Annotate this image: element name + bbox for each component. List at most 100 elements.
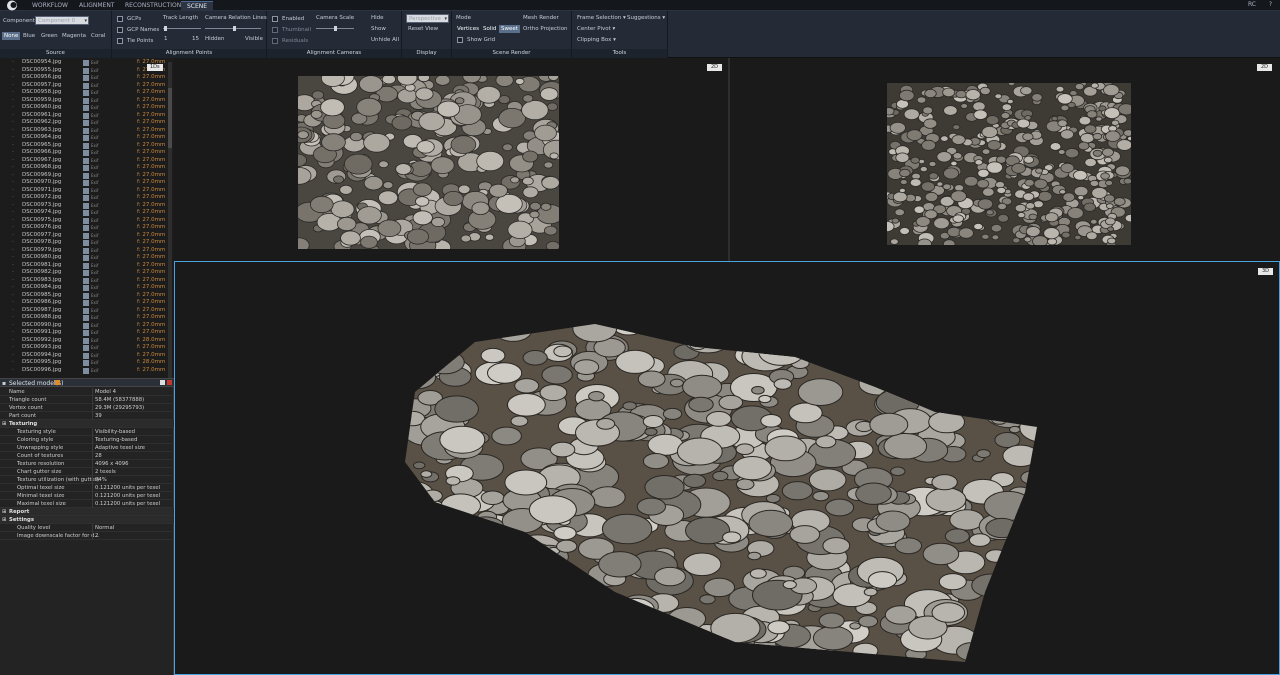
image-list-item[interactable]: - DSC00958.jpg Exif f: 27.0mm [0, 89, 170, 97]
image-list-item[interactable]: - DSC00964.jpg Exif f: 27.0mm [0, 134, 170, 142]
image-list-item[interactable]: - DSC00985.jpg Exif f: 27.0mm [0, 292, 170, 300]
image-list-item[interactable]: - DSC00980.jpg Exif f: 27.0mm [0, 254, 170, 262]
show-grid-checkbox[interactable] [457, 37, 463, 43]
viewport-2d-tag[interactable]: 2D [706, 64, 722, 71]
center-pivot-button[interactable]: Center Pivot ▾ [575, 25, 617, 33]
track-length-slider[interactable] [163, 26, 201, 31]
image-list-item[interactable]: - DSC00990.jpg Exif f: 27.0mm [0, 322, 170, 330]
property-row[interactable]: Vertex count 29.3M (29295793) [0, 404, 174, 412]
enabled-checkbox[interactable] [272, 16, 278, 22]
residuals-checkbox[interactable] [272, 38, 278, 44]
tie-points-checkbox[interactable] [117, 38, 123, 44]
image-list-item[interactable]: - DSC00986.jpg Exif f: 27.0mm [0, 299, 170, 307]
image-list-item[interactable]: - DSC00987.jpg Exif f: 27.0mm [0, 307, 170, 315]
projection-select[interactable]: Perspective ▾ [406, 14, 449, 23]
gcp-names-checkbox[interactable] [117, 27, 123, 33]
viewport-2d-tag[interactable]: 2D [1256, 64, 1272, 71]
image-list-item[interactable]: - DSC00954.jpg Exif f: 27.0mm [0, 59, 170, 67]
image-list-item[interactable]: - DSC00981.jpg Exif f: 27.0mm [0, 262, 170, 270]
user-badge[interactable]: RC [1248, 1, 1256, 8]
image-list-item[interactable]: -DSC00955.jpgExiff: 27.0mm [0, 67, 170, 75]
property-row[interactable]: Maximal texel size 0.121200 units per tex… [0, 500, 174, 508]
image-list-item[interactable]: - DSC00969.jpg Exif f: 27.0mm [0, 172, 170, 180]
tab-scene[interactable]: SCENE [181, 1, 214, 11]
image-list-item[interactable]: - DSC00960.jpg Exif f: 27.0mm [0, 104, 170, 112]
image-list-item[interactable]: - DSC00991.jpg Exif f: 27.0mm [0, 329, 170, 337]
color-blue-button[interactable]: Blue [21, 32, 37, 40]
mesh-render-button[interactable]: Mesh Render [521, 14, 561, 22]
color-coral-button[interactable]: Coral [89, 32, 107, 40]
sweet-button[interactable]: Sweet [499, 25, 520, 33]
property-row[interactable]: Minimal texel size 0.121200 units per tex… [0, 492, 174, 500]
image-list-item[interactable]: - DSC00982.jpg Exif f: 27.0mm [0, 269, 170, 277]
property-row[interactable]: Texturing style Visibility-based [0, 428, 174, 436]
expand-icon[interactable]: ⊞ [2, 516, 6, 524]
image-list-item[interactable]: - DSC00979.jpg Exif f: 27.0mm [0, 247, 170, 255]
image-list-item[interactable]: - DSC00959.jpg Exif f: 27.0mm [0, 97, 170, 105]
viewport-2d-left[interactable]: 2D [175, 58, 728, 261]
hide-button[interactable]: Hide [369, 14, 386, 22]
image-list-item[interactable]: - DSC00973.jpg Exif f: 27.0mm [0, 202, 170, 210]
help-icon[interactable]: ? [1269, 1, 1272, 8]
property-row[interactable]: Coloring style Texturing-based [0, 436, 174, 444]
image-list-item[interactable]: - DSC00976.jpg Exif f: 27.0mm [0, 224, 170, 232]
image-list-item[interactable]: - DSC00974.jpg Exif f: 27.0mm [0, 209, 170, 217]
property-row[interactable]: Name Model 4 [0, 388, 174, 396]
color-green-button[interactable]: Green [39, 32, 60, 40]
property-row[interactable]: Texture resolution 4096 x 4096 [0, 460, 174, 468]
image-list-scroll-thumb[interactable] [168, 88, 172, 148]
image-list-item[interactable]: - DSC00994.jpg Exif f: 27.0mm [0, 352, 170, 360]
viewport-3d[interactable]: 3D [174, 261, 1280, 675]
gcps-checkbox[interactable] [117, 16, 123, 22]
image-list-item[interactable]: - DSC00995.jpg Exif f: 28.0mm [0, 359, 170, 367]
image-list-item[interactable]: - DSC00962.jpg Exif f: 27.0mm [0, 119, 170, 127]
vertices-button[interactable]: Vertices [455, 25, 481, 33]
image-list-item[interactable]: - DSC00967.jpg Exif f: 27.0mm [0, 157, 170, 165]
property-row[interactable]: Chart gutter size 2 texels [0, 468, 174, 476]
expand-icon[interactable]: ⊞ [2, 420, 6, 428]
property-row[interactable]: Unwrapping style Adaptive texel size [0, 444, 174, 452]
property-row[interactable]: Quality level Normal [0, 524, 174, 532]
image-list-item[interactable]: - DSC00965.jpg Exif f: 27.0mm [0, 142, 170, 150]
image-list-item[interactable]: - DSC00968.jpg Exif f: 27.0mm [0, 164, 170, 172]
color-none-button[interactable]: None [2, 32, 21, 40]
image-list-item[interactable]: - DSC00993.jpg Exif f: 27.0mm [0, 344, 170, 352]
image-list-tag[interactable]: 1Ds [147, 64, 163, 71]
component-select[interactable]: Component 0 ▾ [35, 16, 89, 25]
property-row[interactable]: Image downscale factor for d... 2 [0, 532, 174, 540]
property-section[interactable]: ⊞ Texturing [0, 420, 174, 428]
reset-view-button[interactable]: Reset View [406, 25, 440, 33]
expand-icon[interactable]: ⊞ [2, 508, 6, 516]
close-icon[interactable] [167, 380, 172, 385]
frame-selection-button[interactable]: Frame Selection ▾ [575, 14, 628, 22]
image-list-item[interactable]: - DSC00988.jpg Exif f: 27.0mm [0, 314, 170, 322]
image-list-item[interactable]: - DSC00957.jpg Exif f: 27.0mm [0, 82, 170, 90]
property-section[interactable]: ⊞ Report [0, 508, 174, 516]
property-section[interactable]: ⊞ Settings [0, 516, 174, 524]
image-list-item[interactable]: - DSC00963.jpg Exif f: 27.0mm [0, 127, 170, 135]
image-list-item[interactable]: - DSC00975.jpg Exif f: 27.0mm [0, 217, 170, 225]
image-list-item[interactable]: - DSC00984.jpg Exif f: 27.0mm [0, 284, 170, 292]
image-list-item[interactable]: - DSC00977.jpg Exif f: 27.0mm [0, 232, 170, 240]
pin-icon[interactable] [160, 380, 165, 385]
viewport-2d-right[interactable]: 2D [730, 58, 1280, 261]
suggestions-button[interactable]: Suggestions ▾ [625, 14, 667, 22]
unhide-all-button[interactable]: Unhide All [369, 36, 401, 44]
image-list-item[interactable]: - DSC00978.jpg Exif f: 27.0mm [0, 239, 170, 247]
tab-workflow[interactable]: WORKFLOW [26, 1, 74, 11]
solid-button[interactable]: Solid [481, 25, 498, 33]
image-list-item[interactable]: - DSC00961.jpg Exif f: 27.0mm [0, 112, 170, 120]
tab-alignment[interactable]: ALIGNMENT [73, 1, 120, 11]
image-list-item[interactable]: - DSC00996.jpg Exif f: 27.0mm [0, 367, 170, 375]
clipping-box-button[interactable]: Clipping Box ▾ [575, 36, 618, 44]
image-list-item[interactable]: - DSC00966.jpg Exif f: 27.0mm [0, 149, 170, 157]
collapse-icon[interactable]: ▪ [2, 380, 6, 387]
property-row[interactable]: Optimal texel size 0.121200 units per tex… [0, 484, 174, 492]
property-row[interactable]: Texture utilization (with gutter) 94% [0, 476, 174, 484]
show-button[interactable]: Show [369, 25, 388, 33]
image-list-item[interactable]: - DSC00972.jpg Exif f: 27.0mm [0, 194, 170, 202]
color-magenta-button[interactable]: Magenta [60, 32, 88, 40]
image-list-item[interactable]: - DSC00970.jpg Exif f: 27.0mm [0, 179, 170, 187]
image-list-item[interactable]: - DSC00983.jpg Exif f: 27.0mm [0, 277, 170, 285]
image-list-item[interactable]: - DSC00992.jpg Exif f: 28.0mm [0, 337, 170, 345]
